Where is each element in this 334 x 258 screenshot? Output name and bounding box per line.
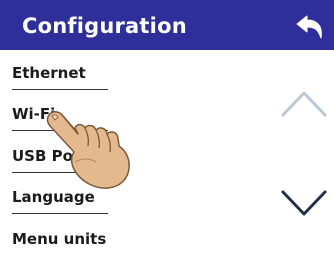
menu-divider — [12, 89, 108, 90]
menu-item-ethernet[interactable]: Ethernet — [12, 58, 108, 92]
configuration-screen: Configuration Ethernet Wi-Fi USB Po Lang… — [0, 0, 334, 253]
menu-item-label: Ethernet — [12, 64, 86, 82]
page-title: Configuration — [22, 14, 187, 38]
scroll-down-button[interactable] — [280, 186, 328, 226]
back-button[interactable] — [290, 6, 334, 46]
pointing-hand-icon — [46, 111, 130, 189]
menu-item-label: Menu units — [12, 230, 107, 248]
back-arrow-icon — [296, 15, 322, 39]
pointing-hand-overlay — [40, 104, 135, 198]
scroll-up-button[interactable] — [280, 85, 328, 125]
chevron-down-icon — [281, 190, 327, 216]
menu-divider — [12, 213, 108, 214]
chevron-up-icon — [281, 91, 327, 117]
header-bar: Configuration — [0, 0, 334, 50]
